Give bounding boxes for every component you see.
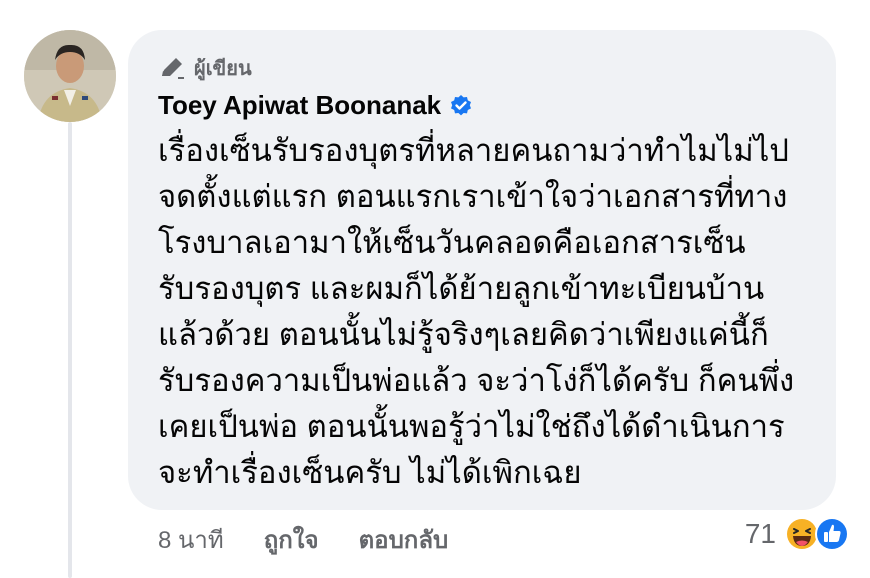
author-badge-label: ผู้เขียน bbox=[194, 58, 252, 80]
reactions-summary[interactable]: 71 bbox=[745, 514, 852, 554]
pen-icon bbox=[162, 58, 184, 79]
verified-badge-icon bbox=[451, 94, 472, 115]
like-reaction-icon bbox=[815, 517, 849, 551]
author-badge: ผู้เขียน bbox=[158, 52, 252, 84]
reaction-count: 71 bbox=[744, 518, 776, 549]
comment-actions: 8 นาที ถูกใจ ตอบกลับ bbox=[158, 520, 448, 559]
author-name[interactable]: Toey Apiwat Boonanak bbox=[158, 90, 441, 121]
avatar-photo bbox=[24, 30, 116, 122]
thread-line bbox=[68, 122, 72, 578]
comment-timestamp[interactable]: 8 นาที bbox=[158, 520, 224, 559]
comment-bubble: ผู้เขียน Toey Apiwat Boonanak เรื่องเซ็น… bbox=[128, 30, 836, 510]
avatar[interactable] bbox=[24, 30, 116, 122]
reply-button[interactable]: ตอบกลับ bbox=[359, 520, 449, 559]
reaction-icons bbox=[784, 514, 852, 554]
like-button[interactable]: ถูกใจ bbox=[264, 520, 319, 559]
author-row: Toey Apiwat Boonanak bbox=[158, 90, 473, 121]
comment-text: เรื่องเซ็นรับรองบุตรที่หลายคนถามว่าทำไมไ… bbox=[158, 133, 795, 490]
